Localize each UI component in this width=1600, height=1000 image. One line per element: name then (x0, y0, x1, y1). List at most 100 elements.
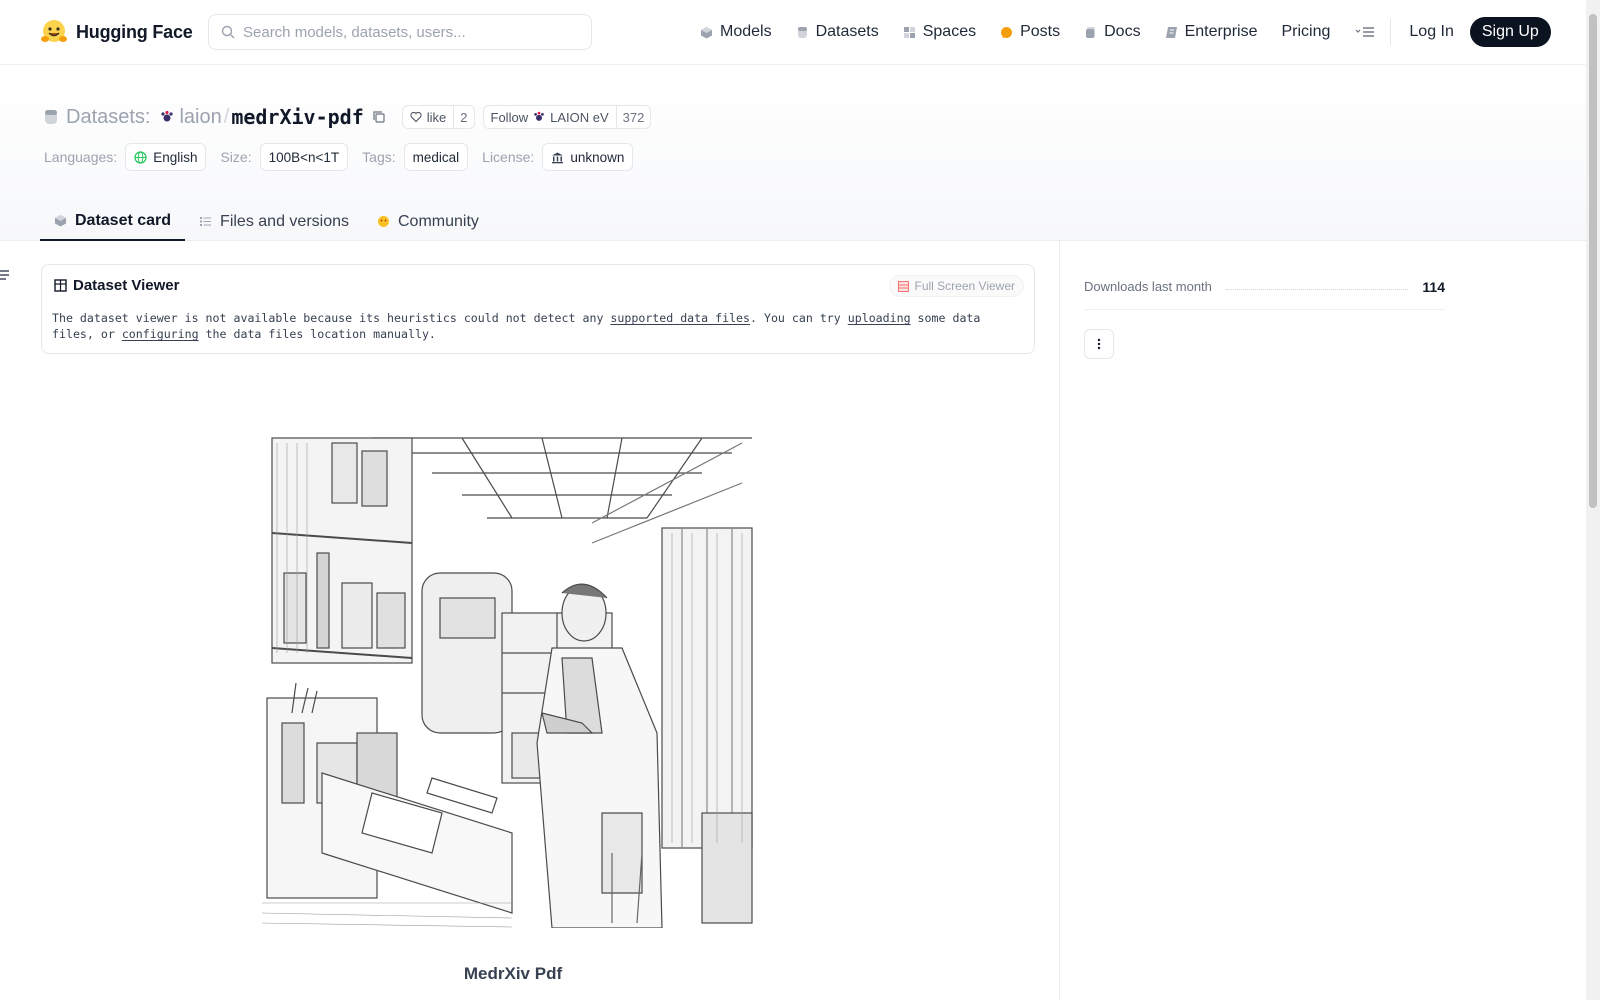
content-divider (1059, 241, 1060, 1000)
lab-sketch-illustration (262, 433, 762, 928)
follow-label: Follow (490, 109, 529, 125)
org-link[interactable]: laion (179, 106, 221, 129)
viewer-unavailable-message: The dataset viewer is not available beca… (52, 310, 1022, 342)
uploading-link[interactable]: uploading (848, 311, 911, 325)
search-box[interactable] (208, 14, 592, 50)
nav-item-enterprise[interactable]: Enterprise (1165, 14, 1258, 50)
tab-label-files: Files and versions (220, 212, 349, 230)
top-navigation-bar: Hugging Face Models Datasets Spaces Post… (0, 0, 1586, 65)
license-label: License: (482, 149, 535, 165)
bank-icon (552, 152, 564, 163)
main-nav: Models Datasets Spaces Posts Docs Enterp… (700, 14, 1551, 50)
tag-medical[interactable]: medical (403, 143, 469, 171)
like-button[interactable]: like (403, 106, 454, 128)
nav-item-posts[interactable]: Posts (1000, 14, 1060, 50)
downloads-dotted-line (1225, 289, 1409, 290)
follow-button-group[interactable]: Follow LAION eV 372 (482, 105, 652, 129)
viewer-msg-part: . You can try (750, 311, 848, 325)
license-tag[interactable]: unknown (542, 143, 634, 171)
tab-dataset-card[interactable]: Dataset card (40, 202, 186, 241)
page-scrollbar[interactable] (1586, 0, 1600, 1000)
nav-item-pricing[interactable]: Pricing (1281, 14, 1330, 50)
language-tag[interactable]: English (125, 143, 207, 171)
nav-label-pricing: Pricing (1281, 23, 1331, 40)
spaces-icon (903, 26, 915, 38)
dataset-viewer-panel: Dataset Viewer Full Screen Viewer The da… (41, 264, 1035, 354)
tab-label-dataset-card: Dataset card (75, 211, 172, 229)
dataset-title-row: Datasets: laion / medrXiv-pdf like 2 Fol… (44, 103, 659, 131)
dataset-header: Datasets: laion / medrXiv-pdf like 2 Fol… (0, 65, 1586, 241)
community-icon (378, 216, 389, 227)
copy-icon[interactable] (372, 110, 386, 124)
follow-org: LAION eV (550, 109, 609, 125)
license-value: unknown (570, 149, 625, 165)
language-value: English (153, 149, 198, 165)
brand-link[interactable]: Hugging Face (40, 16, 193, 48)
downloads-count: 114 (1422, 278, 1445, 295)
configuring-link[interactable]: configuring (122, 327, 199, 341)
login-link[interactable]: Log In (1409, 23, 1453, 41)
tags-label: Tags: (362, 149, 396, 165)
fullscreen-label: Full Screen Viewer (914, 279, 1016, 293)
viewer-msg-part: The dataset viewer is not available beca… (52, 311, 611, 325)
docs-icon (1086, 26, 1096, 38)
follow-count[interactable]: 372 (615, 106, 651, 128)
table-icon (54, 279, 67, 292)
breadcrumb-separator: / (223, 105, 230, 128)
like-label: like (426, 109, 447, 125)
nav-separator (1390, 19, 1392, 45)
size-tag[interactable]: 100B<n<1T (259, 143, 349, 171)
toc-toggle-icon[interactable] (0, 268, 10, 282)
scrollbar-thumb[interactable] (1589, 14, 1597, 508)
more-options-button[interactable] (1084, 329, 1114, 359)
viewer-title-text: Dataset Viewer (73, 277, 180, 294)
downloads-label: Downloads last month (1084, 279, 1212, 294)
languages-label: Languages: (44, 149, 118, 165)
nav-label-spaces: Spaces (922, 23, 977, 40)
laion-small-logo-icon (534, 111, 544, 121)
dataset-meta-row: Languages: English Size: 100B<n<1T Tags:… (44, 142, 647, 172)
search-icon (221, 25, 235, 39)
brand-name: Hugging Face (76, 21, 193, 42)
vertical-dots-icon (1097, 338, 1101, 350)
nav-item-datasets[interactable]: Datasets (796, 14, 879, 50)
signup-button[interactable]: Sign Up (1469, 17, 1551, 47)
datasets-breadcrumb[interactable]: Datasets: (66, 106, 150, 129)
nav-item-spaces[interactable]: Spaces (903, 14, 976, 50)
nav-label-posts: Posts (1020, 23, 1061, 40)
hugging-face-logo-icon (41, 20, 67, 42)
like-count[interactable]: 2 (453, 106, 473, 128)
nav-label-datasets: Datasets (815, 23, 879, 40)
nav-label-models: Models (720, 23, 772, 40)
tab-community[interactable]: Community (363, 202, 493, 241)
dataset-name[interactable]: medrXiv-pdf (231, 105, 363, 129)
viewer-msg-part: the data files location manually. (198, 327, 436, 341)
nav-item-docs[interactable]: Docs (1084, 14, 1141, 50)
downloads-stat: Downloads last month 114 (1084, 264, 1445, 310)
enterprise-icon (1165, 26, 1177, 38)
fullscreen-table-icon (897, 280, 909, 292)
nav-label-enterprise: Enterprise (1184, 23, 1258, 40)
globe-icon (134, 150, 147, 164)
nav-label-docs: Docs (1104, 23, 1141, 40)
nav-item-models[interactable]: Models (700, 14, 772, 50)
tag-value: medical (412, 149, 460, 165)
dataset-tabs: Dataset card Files and versions Communit… (40, 202, 493, 241)
supported-data-files-link[interactable]: supported data files (610, 311, 750, 325)
size-value: 100B<n<1T (268, 149, 340, 165)
viewer-title: Dataset Viewer (54, 277, 179, 294)
datasets-icon (797, 26, 807, 38)
database-icon (45, 110, 57, 124)
search-input[interactable] (243, 23, 573, 41)
dataset-card-icon (55, 215, 66, 227)
like-button-group[interactable]: like 2 (401, 105, 475, 129)
more-menu-icon[interactable] (1354, 22, 1376, 42)
full-screen-viewer-button[interactable]: Full Screen Viewer (888, 275, 1024, 297)
follow-button[interactable]: Follow LAION eV (484, 106, 616, 128)
models-icon (701, 26, 712, 38)
files-icon (200, 217, 212, 226)
tab-label-community: Community (398, 212, 479, 230)
laion-logo-icon (161, 110, 174, 122)
size-label: Size: (220, 149, 252, 165)
tab-files-and-versions[interactable]: Files and versions (185, 202, 363, 241)
